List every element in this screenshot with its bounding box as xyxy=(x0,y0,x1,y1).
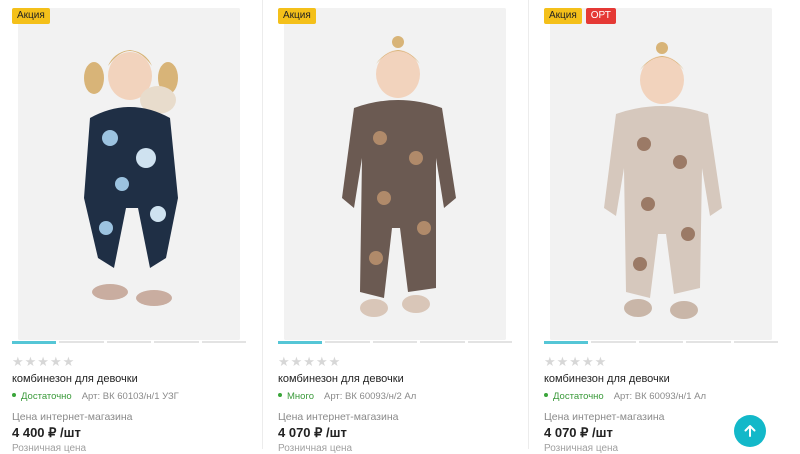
price-label: Цена интернет-магазина xyxy=(278,411,399,423)
arrow-up-icon xyxy=(744,425,756,437)
stock-indicator-icon xyxy=(12,393,16,398)
stock-status: Достаточно xyxy=(21,391,72,402)
product-card[interactable]: Акция ОРТ ★★★★★ комбинезон для девочки Д… xyxy=(532,0,796,454)
article-number: Арт: ВК 60093/н/1 Ал xyxy=(613,391,706,402)
child-in-snowsuit-image xyxy=(550,8,772,340)
child-in-snowsuit-image xyxy=(284,8,506,340)
stock-indicator-icon xyxy=(544,393,548,398)
badge-group: Акция ОРТ xyxy=(544,8,616,24)
stock-indicator-icon xyxy=(278,393,282,398)
stock-row: Достаточно Арт: ВК 60103/н/1 УЗГ xyxy=(12,391,179,402)
badge-group: Акция xyxy=(278,8,316,24)
price-label: Цена интернет-магазина xyxy=(544,411,665,423)
stock-status: Достаточно xyxy=(553,391,604,402)
rating-stars[interactable]: ★★★★★ xyxy=(544,354,607,370)
image-slider-indicator[interactable] xyxy=(12,341,247,344)
price: 4 070 ₽ /шт xyxy=(278,425,347,440)
sale-badge: Акция xyxy=(278,8,316,24)
stock-row: Много Арт: ВК 60093/н/2 Ал xyxy=(278,391,416,402)
product-card[interactable]: Акция ★★★★★ комбинезон для девочки Доста… xyxy=(0,0,264,454)
opt-badge: ОРТ xyxy=(585,8,616,24)
product-photo[interactable] xyxy=(284,8,506,340)
price: 4 400 ₽ /шт xyxy=(12,425,81,440)
scroll-to-top-button[interactable] xyxy=(734,415,766,447)
child-in-snowsuit-image xyxy=(18,8,240,340)
sale-badge: Акция xyxy=(12,8,50,24)
product-title[interactable]: комбинезон для девочки xyxy=(12,373,138,385)
sale-badge: Акция xyxy=(544,8,582,24)
rating-stars[interactable]: ★★★★★ xyxy=(12,354,75,370)
product-title[interactable]: комбинезон для девочки xyxy=(278,373,404,385)
product-photo[interactable] xyxy=(18,8,240,340)
image-slider-indicator[interactable] xyxy=(544,341,779,344)
product-grid: Акция ★★★★★ комбинезон для девочки Доста… xyxy=(0,0,800,454)
stock-status: Много xyxy=(287,391,314,402)
price-label: Цена интернет-магазина xyxy=(12,411,133,423)
product-photo[interactable] xyxy=(550,8,772,340)
product-title[interactable]: комбинезон для девочки xyxy=(544,373,670,385)
badge-group: Акция xyxy=(12,8,50,24)
price: 4 070 ₽ /шт xyxy=(544,425,613,440)
article-number: Арт: ВК 60093/н/2 Ал xyxy=(323,391,417,402)
stock-row: Достаточно Арт: ВК 60093/н/1 Ал xyxy=(544,391,706,402)
image-slider-indicator[interactable] xyxy=(278,341,513,344)
rating-stars[interactable]: ★★★★★ xyxy=(278,354,341,370)
product-card[interactable]: Акция ★★★★★ комбинезон для девочки Много… xyxy=(266,0,530,454)
article-number: Арт: ВК 60103/н/1 УЗГ xyxy=(81,391,179,402)
